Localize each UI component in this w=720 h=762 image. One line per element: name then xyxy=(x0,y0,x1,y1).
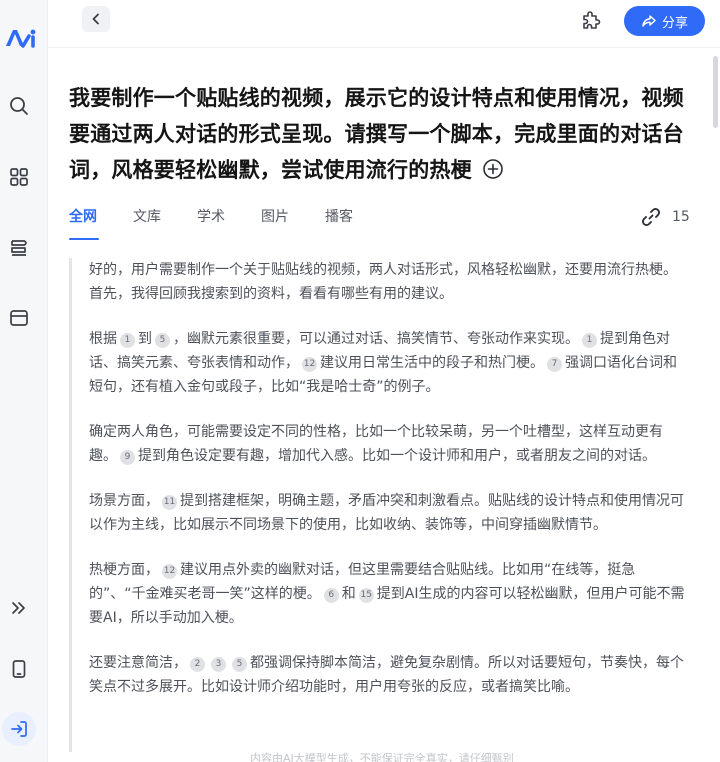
reasoning-block: 好的，用户需要制作一个关于贴贴线的视频，两人对话形式，风格轻松幽默，还要用流行热… xyxy=(69,258,691,752)
login-button[interactable] xyxy=(2,712,36,746)
para-text: 提到搭建框架，明确主题，矛盾冲突和刺激看点。贴贴线的设计特点和使用情况可以作为主… xyxy=(89,493,684,533)
reasoning-paragraph: 好的，用户需要制作一个关于贴贴线的视频，两人对话形式，风格轻松幽默，还要用流行热… xyxy=(89,258,687,306)
scrollbar[interactable] xyxy=(713,56,718,128)
reasoning-paragraph: 热梗方面， 12 建议用点外卖的幽默对话，但这里需要结合贴贴线。比如用“在线等，挺急… xyxy=(89,558,687,630)
share-arrow-icon xyxy=(642,15,656,27)
puzzle-icon xyxy=(583,11,601,29)
source-tabs: 全网 文库 学术 图片 播客 xyxy=(69,206,389,242)
citation-badge[interactable]: 1 xyxy=(120,332,135,348)
back-button[interactable] xyxy=(82,6,110,32)
mobile-app-icon[interactable] xyxy=(6,656,32,682)
para-text: ，幽默元素很重要，可以通过对话、搞笑情节、夸张动作来实现。 xyxy=(173,331,579,347)
references-count: 15 xyxy=(672,209,690,225)
share-button[interactable]: 分享 xyxy=(624,6,705,36)
question-title: 我要制作一个贴贴线的视频，展示它的设计特点和使用情况，视频要通过两人对话的形式呈… xyxy=(69,80,691,188)
active-tab-indicator xyxy=(69,238,99,240)
ai-disclaimer: 内容由AI大模型生成，不能保证完全真实，请仔细甄别 xyxy=(250,752,514,762)
para-text: 还要注意简洁， xyxy=(89,655,187,671)
citation-badge[interactable]: 6 xyxy=(323,587,339,603)
para-text: 和 xyxy=(341,586,356,602)
left-sidebar xyxy=(0,0,48,762)
search-icon[interactable] xyxy=(6,93,32,119)
reasoning-paragraph: 根据 1 到 5 ，幽默元素很重要，可以通过对话、搞笑情节、夸张动作来实现。 1 提到角色对… xyxy=(89,327,687,399)
window-icon[interactable] xyxy=(6,305,32,331)
reasoning-paragraph: 还要注意简洁， 2 3 5 都强调保持脚本简洁，避免复杂剧情。所以对话要短句，节奏快，每… xyxy=(89,651,687,699)
citation-badge[interactable]: 9 xyxy=(120,449,135,465)
apps-grid-icon[interactable] xyxy=(6,164,32,190)
para-text: 到 xyxy=(138,331,152,347)
citation-badge[interactable]: 1 xyxy=(582,332,597,348)
citation-badge[interactable]: 5 xyxy=(232,656,247,672)
tab-academic[interactable]: 学术 xyxy=(197,206,225,228)
login-arrow-icon xyxy=(11,721,27,737)
citation-badge[interactable]: 12 xyxy=(162,563,177,579)
library-stack-icon[interactable] xyxy=(6,235,32,261)
para-text: 提到角色设定要有趣，增加代入感。比如一个设计师和用户，或者朋友之间的对话。 xyxy=(138,448,656,464)
para-text: 建议用日常生活中的段子和热门梗。 xyxy=(320,355,544,371)
link-icon xyxy=(642,208,660,226)
tab-library[interactable]: 文库 xyxy=(133,206,161,228)
para-text: 好的，用户需要制作一个关于贴贴线的视频，两人对话形式，风格轻松幽默，还要用流行热… xyxy=(89,262,677,302)
reasoning-paragraph: 场景方面， 11 提到搭建框架，明确主题，矛盾冲突和刺激看点。贴贴线的设计特点和使用… xyxy=(89,489,687,537)
tab-podcast[interactable]: 播客 xyxy=(325,206,353,228)
plugin-button[interactable] xyxy=(578,8,604,34)
para-text: 场景方面， xyxy=(89,493,159,509)
share-label: 分享 xyxy=(661,15,688,31)
tab-images[interactable]: 图片 xyxy=(261,206,289,228)
app-logo[interactable] xyxy=(4,24,38,50)
para-text: 根据 xyxy=(89,331,117,347)
tab-web[interactable]: 全网 xyxy=(69,206,97,228)
top-bar: 分享 xyxy=(48,0,720,48)
citation-badge[interactable]: 2 xyxy=(190,656,205,672)
reasoning-paragraph: 确定两人角色，可能需要设定不同的性格，比如一个比较呆萌，另一个吐槽型，这样互动更… xyxy=(89,420,687,468)
citation-badge[interactable]: 5 xyxy=(155,332,170,348)
references-button[interactable]: 15 xyxy=(640,206,690,228)
citation-badge[interactable]: 11 xyxy=(162,494,177,510)
expand-sidebar-icon[interactable] xyxy=(6,595,32,621)
citation-badge[interactable]: 15 xyxy=(358,587,374,603)
para-text: 热梗方面， xyxy=(89,562,159,578)
citation-badge[interactable]: 7 xyxy=(547,356,562,372)
question-text: 我要制作一个贴贴线的视频，展示它的设计特点和使用情况，视频要通过两人对话的形式呈… xyxy=(69,86,684,182)
citation-badge[interactable]: 12 xyxy=(302,356,317,372)
expand-plus-icon[interactable] xyxy=(482,158,504,180)
citation-badge[interactable]: 3 xyxy=(211,656,226,672)
chevron-left-icon xyxy=(92,13,99,25)
